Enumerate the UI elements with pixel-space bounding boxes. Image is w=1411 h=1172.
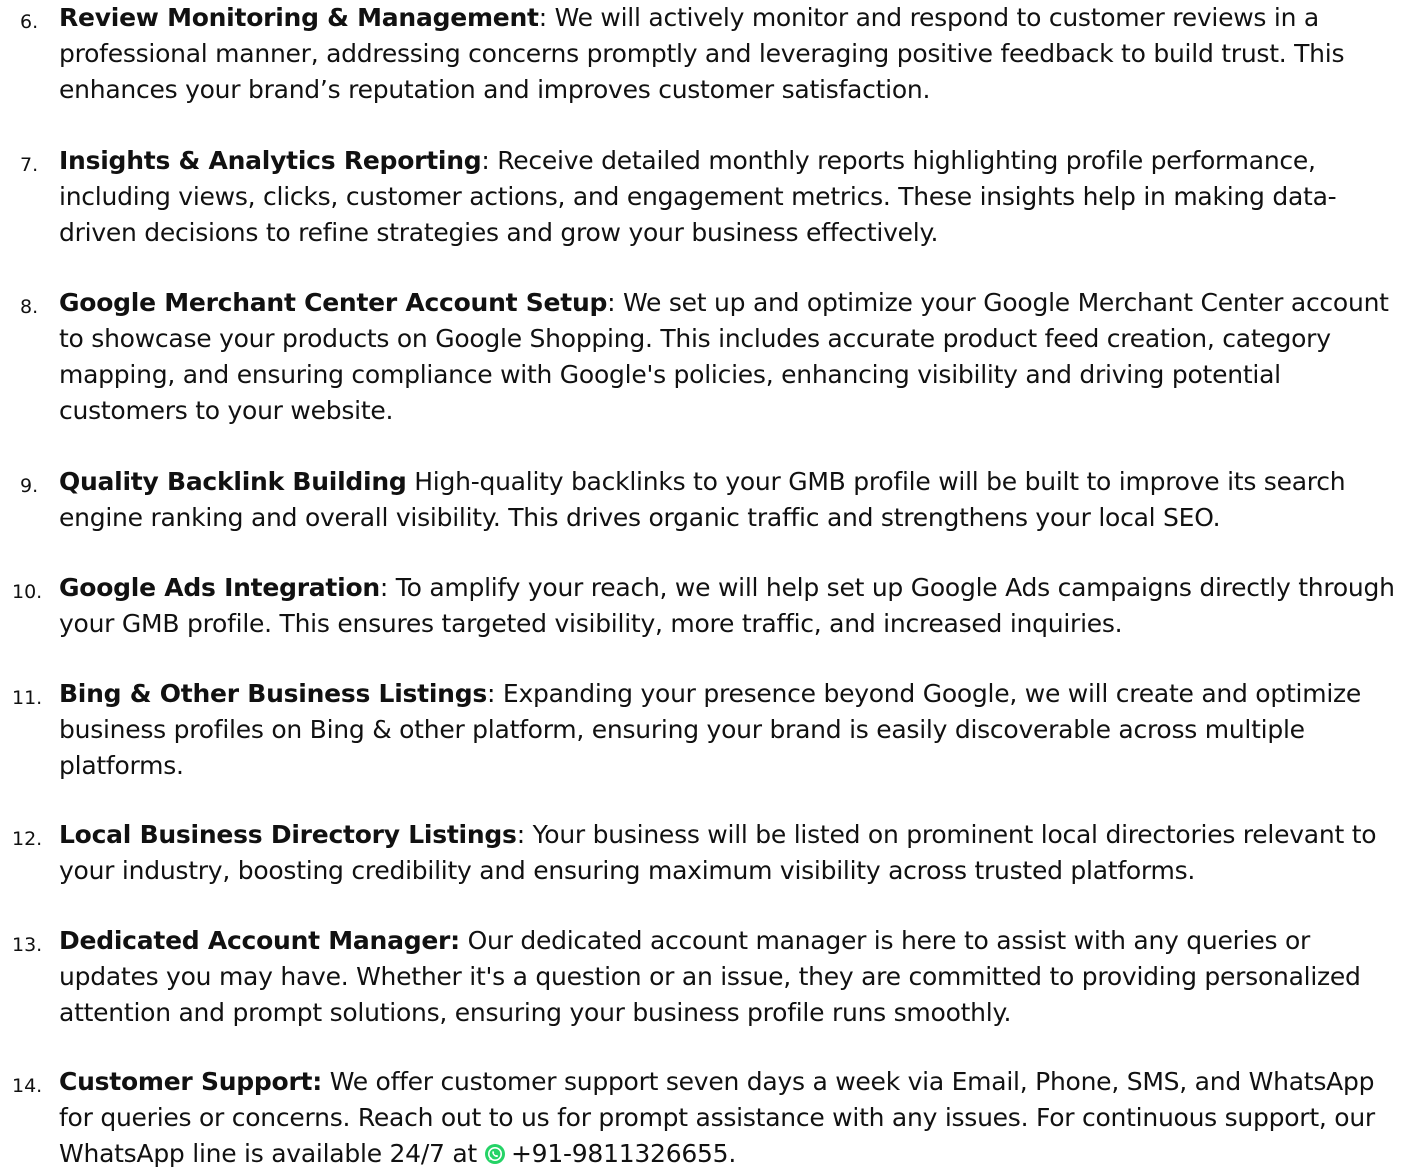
list-item: 11. Bing & Other Business Listings: Expa… xyxy=(0,676,1411,784)
item-separator: : xyxy=(516,820,525,849)
item-text: Google Merchant Center Account Setup: We… xyxy=(59,285,1401,429)
item-title: Quality Backlink Building xyxy=(59,467,407,496)
item-text: Google Ads Integration: To amplify your … xyxy=(59,570,1401,642)
item-title: Dedicated Account Manager: xyxy=(59,926,460,955)
item-text: Dedicated Account Manager: Our dedicated… xyxy=(59,923,1401,1031)
whatsapp-phone[interactable]: +91-9811326655. xyxy=(511,1139,736,1168)
item-number: 11. xyxy=(12,687,43,709)
item-separator: : xyxy=(487,679,496,708)
list-item: 6. Review Monitoring & Management: We wi… xyxy=(0,0,1411,108)
item-number: 12. xyxy=(12,828,43,850)
item-title: Google Ads Integration xyxy=(59,573,380,602)
item-number: 9. xyxy=(20,475,39,497)
item-text: Quality Backlink Building High-quality b… xyxy=(59,464,1401,536)
item-number: 14. xyxy=(12,1075,43,1097)
item-title: Review Monitoring & Management xyxy=(59,3,539,32)
item-separator: : xyxy=(379,573,389,602)
item-text: Customer Support: We offer customer supp… xyxy=(59,1064,1401,1172)
item-number: 8. xyxy=(20,296,39,318)
item-number: 10. xyxy=(12,581,43,603)
whatsapp-icon xyxy=(484,1144,505,1164)
item-text: Review Monitoring & Management: We will … xyxy=(59,0,1401,108)
item-title: Insights & Analytics Reporting xyxy=(59,146,482,175)
item-title: Google Merchant Center Account Setup xyxy=(59,288,608,317)
item-title: Customer Support: xyxy=(59,1067,322,1096)
item-title: Local Business Directory Listings xyxy=(59,820,517,849)
list-item: 13. Dedicated Account Manager: Our dedic… xyxy=(0,923,1411,1031)
item-number: 13. xyxy=(12,934,43,956)
item-number: 6. xyxy=(20,11,39,33)
item-separator: : xyxy=(538,3,547,32)
list-item: 14. Customer Support: We offer customer … xyxy=(0,1064,1411,1172)
list-item: 10. Google Ads Integration: To amplify y… xyxy=(0,570,1411,642)
item-separator: : xyxy=(481,146,490,175)
item-text: Bing & Other Business Listings: Expandin… xyxy=(59,676,1401,784)
item-text: Insights & Analytics Reporting: Receive … xyxy=(59,143,1401,251)
list-item: 7. Insights & Analytics Reporting: Recei… xyxy=(0,143,1411,251)
list-item: 12. Local Business Directory Listings: Y… xyxy=(0,817,1411,889)
item-title: Bing & Other Business Listings xyxy=(59,679,488,708)
item-number: 7. xyxy=(20,154,39,176)
list-item: 9. Quality Backlink Building High-qualit… xyxy=(0,464,1411,536)
list-item: 8. Google Merchant Center Account Setup:… xyxy=(0,285,1411,429)
item-text: Local Business Directory Listings: Your … xyxy=(59,817,1401,889)
